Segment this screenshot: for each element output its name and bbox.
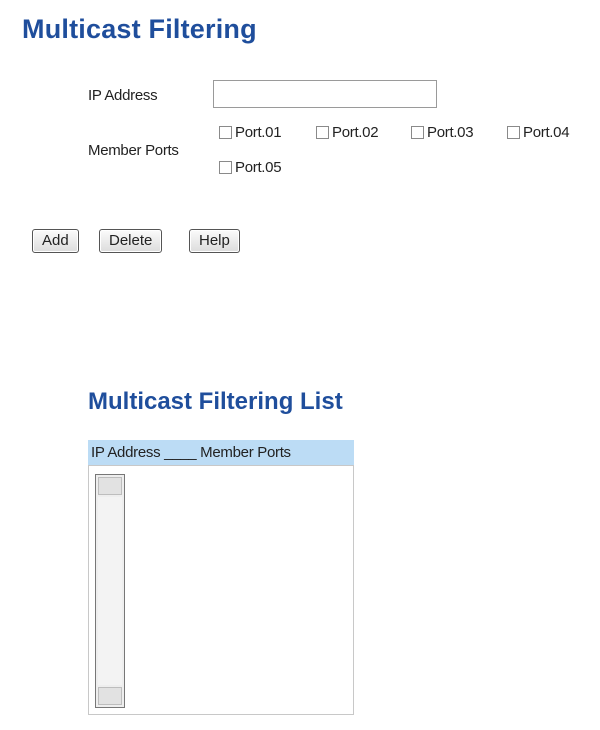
ip-address-label: IP Address [88, 87, 158, 104]
port-01-option[interactable]: Port.01 [219, 124, 282, 141]
multicast-filter-list[interactable] [88, 465, 354, 715]
port-05-option[interactable]: Port.05 [219, 159, 282, 176]
port-02-option[interactable]: Port.02 [316, 124, 379, 141]
port-05-checkbox[interactable] [219, 161, 232, 174]
port-04-label: Port.04 [523, 124, 570, 141]
port-02-label: Port.02 [332, 124, 379, 141]
delete-button[interactable]: Delete [99, 229, 163, 253]
member-ports-label: Member Ports [88, 142, 179, 159]
port-05-label: Port.05 [235, 159, 282, 176]
scroll-down-button[interactable] [98, 687, 122, 705]
ip-address-input[interactable] [213, 80, 437, 108]
port-01-label: Port.01 [235, 124, 282, 141]
page-title: Multicast Filtering [22, 14, 257, 44]
add-button[interactable]: Add [32, 229, 79, 253]
scroll-up-button[interactable] [98, 477, 122, 495]
help-button[interactable]: Help [189, 229, 240, 253]
port-01-checkbox[interactable] [219, 126, 232, 139]
port-03-checkbox[interactable] [411, 126, 424, 139]
list-scrollbar[interactable] [95, 474, 125, 708]
port-02-checkbox[interactable] [316, 126, 329, 139]
scroll-track[interactable] [98, 497, 122, 685]
port-03-option[interactable]: Port.03 [411, 124, 474, 141]
port-04-option[interactable]: Port.04 [507, 124, 570, 141]
port-04-checkbox[interactable] [507, 126, 520, 139]
list-title: Multicast Filtering List [88, 388, 343, 415]
list-header: IP Address ____ Member Ports [88, 440, 354, 465]
port-03-label: Port.03 [427, 124, 474, 141]
